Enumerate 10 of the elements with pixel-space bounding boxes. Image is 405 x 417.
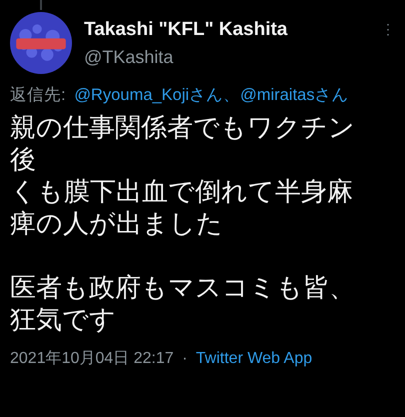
user-handle[interactable]: @TKashita: [84, 46, 174, 68]
user-name[interactable]: Takashi "KFL" Kashita: [84, 18, 288, 40]
timestamp[interactable]: 2021年10月04日 22:17: [10, 350, 174, 367]
reply-label: 返信先:: [10, 86, 66, 104]
mention-link[interactable]: @Ryouma_Kojiさん、: [74, 86, 240, 104]
source-link[interactable]: Twitter Web App: [196, 350, 312, 367]
separator-dot: ·: [182, 350, 188, 367]
tweet-text: 親の仕事関係者でもワクチン後 くも膜下出血で倒れて半身麻痺の人が出ました: [10, 112, 356, 240]
tweet-text: 医者も政府もマスコミも皆、 狂気です: [10, 272, 356, 336]
mention-link[interactable]: @miraitasさん: [240, 86, 349, 104]
